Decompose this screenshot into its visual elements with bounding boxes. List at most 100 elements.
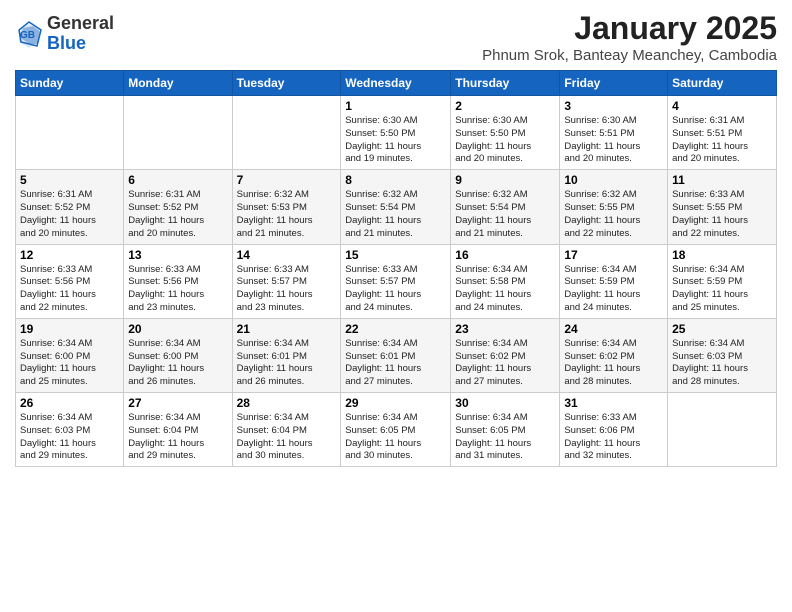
calendar-cell-w5-d4: 30 Sunrise: 6:34 AM Sunset: 6:05 PM Dayli… bbox=[451, 393, 560, 467]
day-number: 31 bbox=[564, 396, 663, 410]
calendar-cell-w5-d2: 28Sunrise: 6:34 AM Sunset: 6:04 PM Dayli… bbox=[232, 393, 341, 467]
calendar-cell-w1-d6: 4Sunrise: 6:31 AM Sunset: 5:51 PM Daylig… bbox=[668, 96, 777, 170]
day-info: Sunrise: 6:33 AM Sunset: 5:56 PM Dayligh… bbox=[128, 264, 227, 315]
logo-general: General bbox=[47, 13, 114, 33]
day-number: 9 bbox=[455, 173, 555, 187]
day-number: 19 bbox=[20, 322, 119, 336]
calendar-cell-w2-d5: 10 Sunrise: 6:32 AM Sunset: 5:55 PM Dayli… bbox=[560, 170, 668, 244]
week-row-2: 5Sunrise: 6:31 AM Sunset: 5:52 PM Daylig… bbox=[16, 170, 777, 244]
svg-text:GB: GB bbox=[20, 30, 35, 41]
day-info: Sunrise: 6:34 AM Sunset: 6:00 PM Dayligh… bbox=[20, 338, 119, 389]
calendar-cell-w1-d5: 3 Sunrise: 6:30 AM Sunset: 5:51 PM Daylig… bbox=[560, 96, 668, 170]
calendar-cell-w3-d0: 12 Sunrise: 6:33 AM Sunset: 5:56 PM Dayli… bbox=[16, 244, 124, 318]
day-number: 3 bbox=[564, 99, 663, 113]
logo-text: General Blue bbox=[47, 14, 114, 54]
day-info: Sunrise: 6:32 AM Sunset: 5:53 PM Dayligh… bbox=[237, 189, 337, 240]
calendar-cell-w2-d1: 6 Sunrise: 6:31 AM Sunset: 5:52 PM Daylig… bbox=[124, 170, 232, 244]
logo: GB General Blue bbox=[15, 14, 114, 54]
day-info: Sunrise: 6:33 AM Sunset: 5:57 PM Dayligh… bbox=[237, 264, 337, 315]
day-info: Sunrise: 6:34 AM Sunset: 6:03 PM Dayligh… bbox=[20, 412, 119, 463]
calendar-cell-w5-d0: 26 Sunrise: 6:34 AM Sunset: 6:03 PM Dayli… bbox=[16, 393, 124, 467]
day-number: 30 bbox=[455, 396, 555, 410]
day-number: 2 bbox=[455, 99, 555, 113]
day-info: Sunrise: 6:34 AM Sunset: 6:02 PM Dayligh… bbox=[564, 338, 663, 389]
day-number: 18 bbox=[672, 248, 772, 262]
day-info: Sunrise: 6:31 AM Sunset: 5:51 PM Dayligh… bbox=[672, 115, 772, 166]
calendar-cell-w4-d3: 22 Sunrise: 6:34 AM Sunset: 6:01 PM Dayli… bbox=[341, 318, 451, 392]
calendar-cell-w5-d5: 31Sunrise: 6:33 AM Sunset: 6:06 PM Dayli… bbox=[560, 393, 668, 467]
day-info: Sunrise: 6:32 AM Sunset: 5:55 PM Dayligh… bbox=[564, 189, 663, 240]
day-number: 23 bbox=[455, 322, 555, 336]
calendar-cell-w3-d5: 17 Sunrise: 6:34 AM Sunset: 5:59 PM Dayli… bbox=[560, 244, 668, 318]
day-number: 10 bbox=[564, 173, 663, 187]
day-info: Sunrise: 6:34 AM Sunset: 6:01 PM Dayligh… bbox=[345, 338, 446, 389]
day-info: Sunrise: 6:34 AM Sunset: 5:58 PM Dayligh… bbox=[455, 264, 555, 315]
day-number: 22 bbox=[345, 322, 446, 336]
title-area: January 2025 Phnum Srok, Banteay Meanche… bbox=[482, 10, 777, 64]
day-info: Sunrise: 6:34 AM Sunset: 6:01 PM Dayligh… bbox=[237, 338, 337, 389]
day-number: 11 bbox=[672, 173, 772, 187]
week-row-5: 26 Sunrise: 6:34 AM Sunset: 6:03 PM Dayli… bbox=[16, 393, 777, 467]
header: GB General Blue January 2025 Phnum Srok,… bbox=[15, 10, 777, 64]
col-thursday: Thursday bbox=[451, 71, 560, 96]
calendar-cell-w3-d6: 18 Sunrise: 6:34 AM Sunset: 5:59 PM Dayli… bbox=[668, 244, 777, 318]
day-number: 7 bbox=[237, 173, 337, 187]
calendar-cell-w5-d6 bbox=[668, 393, 777, 467]
day-info: Sunrise: 6:32 AM Sunset: 5:54 PM Dayligh… bbox=[455, 189, 555, 240]
day-info: Sunrise: 6:31 AM Sunset: 5:52 PM Dayligh… bbox=[128, 189, 227, 240]
calendar-cell-w4-d0: 19 Sunrise: 6:34 AM Sunset: 6:00 PM Dayli… bbox=[16, 318, 124, 392]
calendar-cell-w3-d1: 13 Sunrise: 6:33 AM Sunset: 5:56 PM Dayli… bbox=[124, 244, 232, 318]
day-info: Sunrise: 6:33 AM Sunset: 5:57 PM Dayligh… bbox=[345, 264, 446, 315]
day-number: 21 bbox=[237, 322, 337, 336]
day-info: Sunrise: 6:34 AM Sunset: 6:04 PM Dayligh… bbox=[128, 412, 227, 463]
day-info: Sunrise: 6:34 AM Sunset: 6:05 PM Dayligh… bbox=[455, 412, 555, 463]
day-number: 14 bbox=[237, 248, 337, 262]
day-number: 25 bbox=[672, 322, 772, 336]
day-number: 16 bbox=[455, 248, 555, 262]
col-tuesday: Tuesday bbox=[232, 71, 341, 96]
calendar-cell-w1-d4: 2 Sunrise: 6:30 AM Sunset: 5:50 PM Daylig… bbox=[451, 96, 560, 170]
day-number: 26 bbox=[20, 396, 119, 410]
col-wednesday: Wednesday bbox=[341, 71, 451, 96]
col-friday: Friday bbox=[560, 71, 668, 96]
calendar-cell-w3-d4: 16 Sunrise: 6:34 AM Sunset: 5:58 PM Dayli… bbox=[451, 244, 560, 318]
page-title: January 2025 bbox=[482, 10, 777, 47]
calendar-body: 1 Sunrise: 6:30 AM Sunset: 5:50 PM Daylig… bbox=[16, 96, 777, 467]
col-saturday: Saturday bbox=[668, 71, 777, 96]
col-sunday: Sunday bbox=[16, 71, 124, 96]
day-info: Sunrise: 6:34 AM Sunset: 5:59 PM Dayligh… bbox=[672, 264, 772, 315]
day-info: Sunrise: 6:34 AM Sunset: 6:05 PM Dayligh… bbox=[345, 412, 446, 463]
page-subtitle: Phnum Srok, Banteay Meanchey, Cambodia bbox=[482, 47, 777, 64]
day-info: Sunrise: 6:32 AM Sunset: 5:54 PM Dayligh… bbox=[345, 189, 446, 240]
day-info: Sunrise: 6:34 AM Sunset: 6:02 PM Dayligh… bbox=[455, 338, 555, 389]
calendar-cell-w4-d6: 25 Sunrise: 6:34 AM Sunset: 6:03 PM Dayli… bbox=[668, 318, 777, 392]
weekday-header-row: Sunday Monday Tuesday Wednesday Thursday… bbox=[16, 71, 777, 96]
day-info: Sunrise: 6:34 AM Sunset: 5:59 PM Dayligh… bbox=[564, 264, 663, 315]
day-info: Sunrise: 6:30 AM Sunset: 5:51 PM Dayligh… bbox=[564, 115, 663, 166]
col-monday: Monday bbox=[124, 71, 232, 96]
day-number: 17 bbox=[564, 248, 663, 262]
calendar-cell-w1-d2 bbox=[232, 96, 341, 170]
day-number: 1 bbox=[345, 99, 446, 113]
day-number: 15 bbox=[345, 248, 446, 262]
calendar-cell-w2-d6: 11Sunrise: 6:33 AM Sunset: 5:55 PM Dayli… bbox=[668, 170, 777, 244]
calendar-cell-w3-d3: 15 Sunrise: 6:33 AM Sunset: 5:57 PM Dayli… bbox=[341, 244, 451, 318]
calendar-cell-w4-d4: 23 Sunrise: 6:34 AM Sunset: 6:02 PM Dayli… bbox=[451, 318, 560, 392]
day-info: Sunrise: 6:30 AM Sunset: 5:50 PM Dayligh… bbox=[455, 115, 555, 166]
calendar-table: Sunday Monday Tuesday Wednesday Thursday… bbox=[15, 70, 777, 467]
day-number: 13 bbox=[128, 248, 227, 262]
logo-blue-text: Blue bbox=[47, 33, 86, 53]
day-info: Sunrise: 6:31 AM Sunset: 5:52 PM Dayligh… bbox=[20, 189, 119, 240]
day-info: Sunrise: 6:34 AM Sunset: 6:03 PM Dayligh… bbox=[672, 338, 772, 389]
calendar-cell-w3-d2: 14 Sunrise: 6:33 AM Sunset: 5:57 PM Dayli… bbox=[232, 244, 341, 318]
day-number: 6 bbox=[128, 173, 227, 187]
calendar-cell-w1-d0 bbox=[16, 96, 124, 170]
day-number: 12 bbox=[20, 248, 119, 262]
calendar-cell-w4-d2: 21 Sunrise: 6:34 AM Sunset: 6:01 PM Dayli… bbox=[232, 318, 341, 392]
day-info: Sunrise: 6:33 AM Sunset: 5:56 PM Dayligh… bbox=[20, 264, 119, 315]
week-row-1: 1 Sunrise: 6:30 AM Sunset: 5:50 PM Daylig… bbox=[16, 96, 777, 170]
generalblue-logo-icon: GB bbox=[15, 20, 43, 48]
calendar-cell-w2-d4: 9 Sunrise: 6:32 AM Sunset: 5:54 PM Daylig… bbox=[451, 170, 560, 244]
calendar-cell-w1-d1 bbox=[124, 96, 232, 170]
calendar-cell-w1-d3: 1Sunrise: 6:30 AM Sunset: 5:50 PM Daylig… bbox=[341, 96, 451, 170]
